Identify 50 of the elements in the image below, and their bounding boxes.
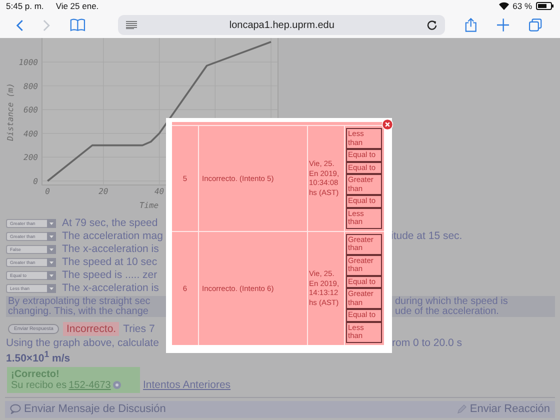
close-icon[interactable] — [382, 119, 393, 130]
answer-value: 1.50×10$^{1}$ m/s — [5, 349, 72, 364]
x-tick-label: 20 — [98, 187, 108, 196]
share-icon[interactable] — [464, 17, 477, 33]
y-tick-label: 800 — [24, 82, 38, 91]
discussion-link[interactable]: Enviar Mensaje de Discusión — [24, 403, 166, 415]
previous-attempts-link[interactable]: Intentos Anteriores — [143, 378, 231, 390]
reload-icon[interactable] — [426, 20, 437, 30]
question-text: The speed is ..... zer — [62, 269, 158, 281]
x-tick-label: 40 — [154, 187, 164, 196]
status-time: 5:45 p. m. — [6, 1, 44, 11]
receipt-link[interactable]: 152-4673 — [68, 380, 111, 390]
tries-count: Tries 7 — [123, 323, 155, 335]
reader-icon[interactable] — [126, 21, 137, 29]
result-label: Incorrecto. — [63, 322, 120, 336]
question-text: The acceleration mag — [62, 230, 162, 242]
battery-percent: 63 % — [512, 1, 532, 11]
x-tick-label: 0 — [45, 187, 50, 196]
pencil-icon — [456, 404, 467, 414]
explanation-text: changing. This, with the change — [8, 306, 150, 316]
question-text: The x-acceleration is — [62, 243, 160, 255]
x-axis-label: Time — [139, 201, 159, 210]
battery-icon — [536, 2, 554, 10]
y-tick-label: 600 — [24, 106, 38, 115]
explanation-text: during which the speed is — [395, 297, 509, 306]
question-text: rom 0 to 20.0 s — [392, 337, 464, 349]
url-text: loncapa1.hep.uprm.edu — [228, 20, 336, 30]
y-tick-label: 0 — [33, 176, 38, 186]
wifi-icon — [498, 2, 509, 10]
y-axis-label: Distance (m) — [6, 83, 15, 141]
y-tick-label: 400 — [24, 129, 38, 138]
speech-bubble-icon — [10, 404, 21, 414]
explanation-text: ude of the acceleration. — [395, 306, 500, 316]
back-icon[interactable] — [16, 18, 24, 32]
question-text: The speed at 10 sec — [62, 256, 158, 268]
y-tick-label: 200 — [24, 153, 38, 162]
correct-title: ¡Correcto! — [11, 368, 60, 380]
status-date: Vie 25 ene. — [56, 1, 99, 11]
new-tab-icon[interactable] — [496, 18, 510, 32]
help-icon[interactable] — [112, 381, 121, 389]
question-text: Using the graph above, calculate — [6, 337, 160, 349]
tabs-icon[interactable] — [529, 18, 542, 32]
address-bar[interactable]: loncapa1.hep.uprm.edu — [118, 15, 445, 35]
receipt-label: Su recibo es — [11, 380, 67, 390]
feedback-link[interactable]: Enviar Reacción — [470, 403, 550, 415]
bookmarks-icon[interactable] — [70, 18, 86, 32]
explanation-text: By extrapolating the straight sec — [8, 297, 152, 306]
question-text: At 79 sec, the speed — [62, 217, 159, 229]
question-text: The x-acceleration is — [62, 282, 160, 294]
y-tick-label: 1000 — [18, 58, 38, 68]
